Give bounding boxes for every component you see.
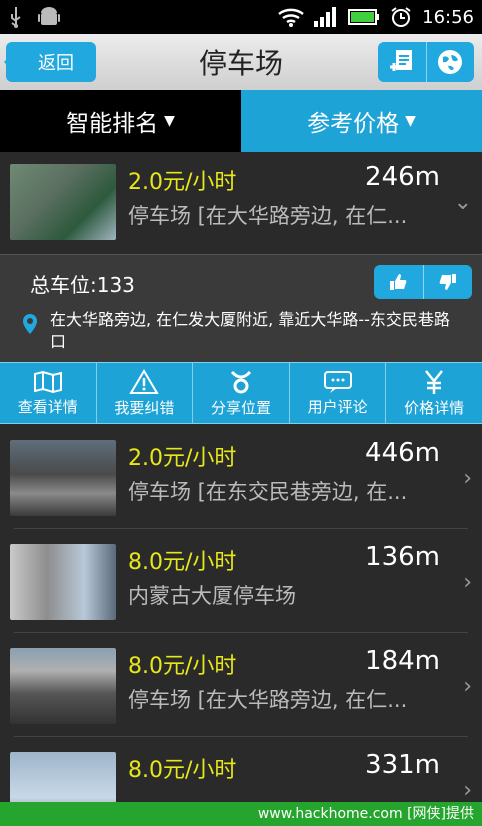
item-detail-panel: 总车位:133 在大华路旁边, 在仁发大厦附近, 靠近大华路--东交民巷路口 [0,254,482,362]
price: 2.0元/小时 [128,446,237,471]
distance: 331m [365,750,440,780]
parking-photo [10,440,116,516]
user-comments-button[interactable]: 用户评论 [288,363,386,423]
parking-photo [10,544,116,620]
thumbs-down-button[interactable] [422,265,473,299]
divider [14,736,468,737]
chevron-right-icon: › [463,674,472,699]
parking-photo [10,648,116,724]
add-note-icon [389,50,412,71]
warning-icon [129,368,160,394]
report-error-button[interactable]: 我要纠错 [95,363,193,423]
yen-icon [425,369,444,394]
item-name: 停车场 [在大华路旁边, 在仁... [128,688,408,712]
action-label: 查看详情 [17,397,78,416]
action-label: 我要纠错 [114,398,175,417]
price: 8.0元/小时 [128,550,237,575]
status-bar: 16:56 [0,0,482,34]
title-bar: 返回 停车场 [0,34,482,90]
thumbs-down-icon [439,274,456,290]
list-item[interactable]: 8.0元/小时 184m 停车场 [在大华路旁边, 在仁... › [0,636,482,740]
dropdown-arrow-icon: ▼ [164,113,175,129]
signal-icon [314,7,337,27]
action-bar: 查看详情 我要纠错 分享位置 用户评论 价格详情 [0,362,482,424]
dropdown-arrow-icon: ▼ [405,113,416,129]
thumbs-up-button[interactable] [374,265,423,299]
price: 2.0元/小时 [128,170,237,195]
share-location-button[interactable]: 分享位置 [192,363,289,423]
chevron-down-icon: ⌄ [453,190,472,215]
alarm-icon [391,7,411,27]
address: 在大华路旁边, 在仁发大厦附近, 靠近大华路--东交民巷路口 [50,310,450,351]
location-pin-icon [23,314,37,334]
battery-icon [348,9,380,25]
tab-smart-rank[interactable]: 智能排名 ▼ [0,90,241,152]
chevron-right-icon: › [463,778,472,803]
vote-buttons [374,265,472,299]
comment-icon [323,370,352,393]
map-icon [33,370,62,393]
wifi-icon [278,8,304,27]
parking-photo [10,164,116,240]
distance: 246m [365,162,440,192]
divider [14,632,468,633]
divider [14,528,468,529]
add-note-button[interactable] [378,42,426,82]
price: 8.0元/小时 [128,758,237,783]
clock: 16:56 [422,6,474,28]
action-label: 价格详情 [404,398,465,417]
watermark: www.hackhome.com [网侠]提供 [0,802,482,826]
tab-label: 智能排名 [66,111,159,137]
price-details-button[interactable]: 价格详情 [385,363,482,423]
item-name: 内蒙古大厦停车场 [128,584,296,608]
back-button[interactable]: 返回 [4,42,96,82]
tab-label: 参考价格 [307,111,400,137]
usb-icon [11,7,21,28]
title-actions [378,42,474,82]
list-item[interactable]: 8.0元/小时 136m 内蒙古大厦停车场 › [0,532,482,636]
list-item[interactable]: 2.0元/小时 446m 停车场 [在东交民巷旁边, 在... › [0,428,482,532]
item-name: 停车场 [在大华路旁边, 在仁... [128,204,408,228]
globe-icon [438,50,463,74]
item-name: 停车场 [在东交民巷旁边, 在... [128,480,408,504]
distance: 136m [365,542,440,572]
action-label: 用户评论 [307,397,368,416]
view-details-button[interactable]: 查看详情 [0,363,96,423]
sort-tabs: 智能排名 ▼ 参考价格 ▼ [0,90,482,152]
chevron-right-icon: › [463,570,472,595]
globe-button[interactable] [425,42,475,82]
price: 8.0元/小时 [128,654,237,679]
thumbs-up-icon [390,274,407,290]
distance: 446m [365,438,440,468]
share-icon [230,370,252,393]
distance: 184m [365,646,440,676]
tab-reference-price[interactable]: 参考价格 ▼ [241,90,482,152]
android-icon [38,7,60,25]
chevron-right-icon: › [463,466,472,491]
action-label: 分享位置 [210,398,271,417]
list-item[interactable]: 2.0元/小时 246m 停车场 [在大华路旁边, 在仁... ⌄ [0,152,482,256]
total-spaces: 总车位:133 [30,273,135,297]
